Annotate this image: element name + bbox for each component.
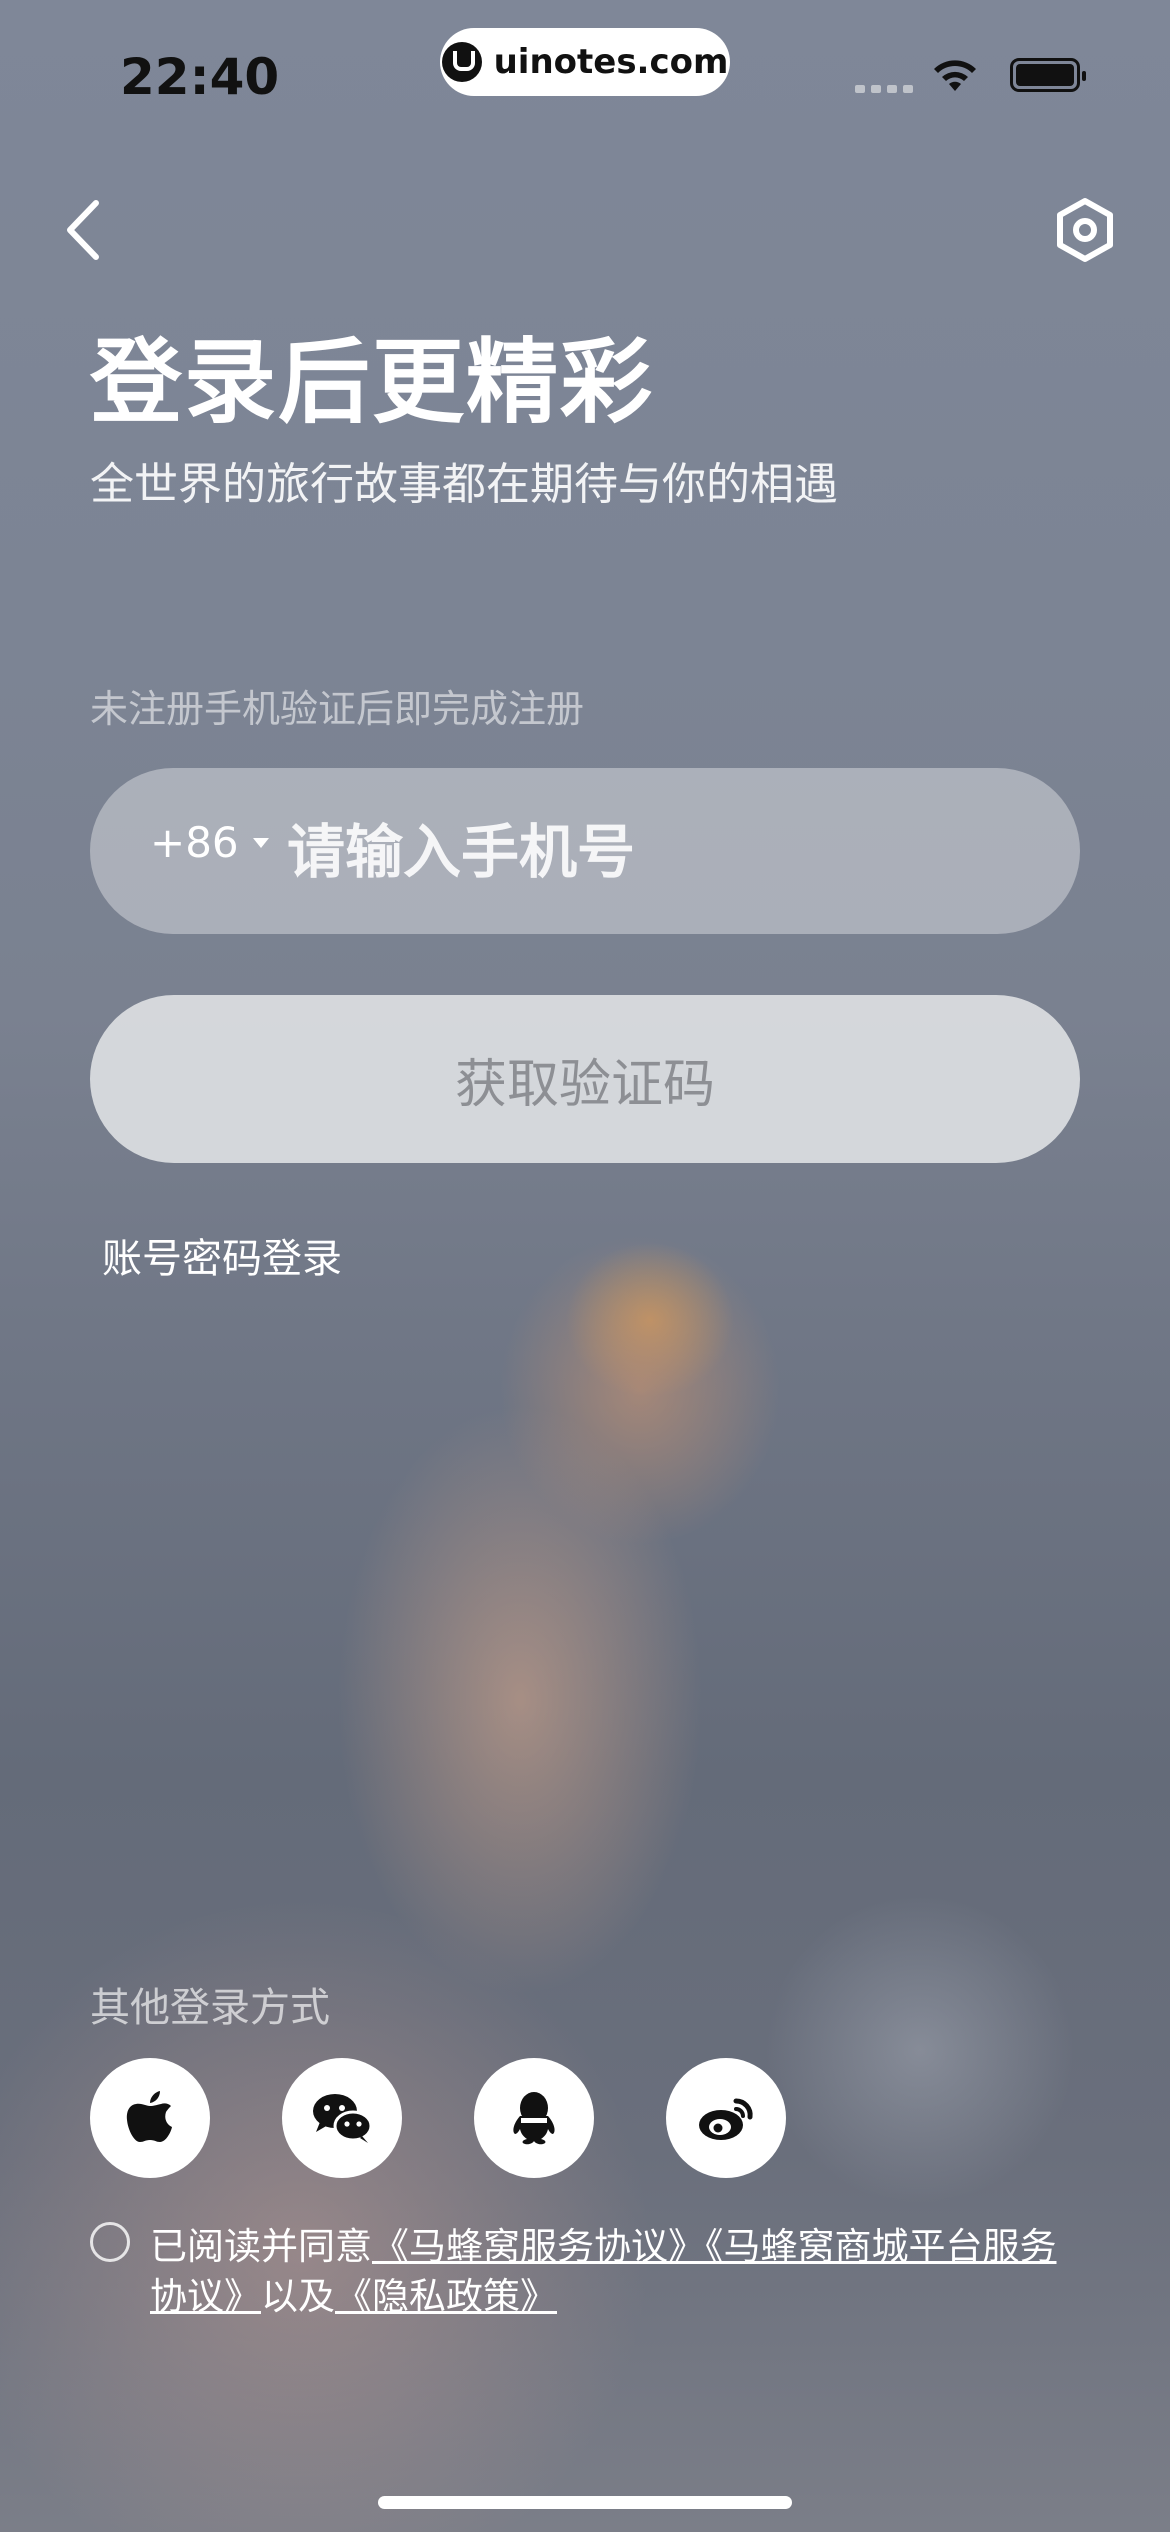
other-login-label: 其他登录方式 [90,1985,330,2031]
phone-input[interactable] [285,768,1049,936]
apple-icon [126,2091,172,2142]
wechat-icon [313,2094,372,2143]
wifi-icon [934,60,976,91]
battery-icon [1010,58,1086,92]
country-code: +86 [150,818,239,867]
settings-button[interactable] [1050,195,1120,265]
page-title: 登录后更精彩 [90,329,655,436]
apple-login-button[interactable] [90,2058,210,2178]
page-subtitle: 全世界的旅行故事都在期待与你的相遇 [90,459,838,510]
url-badge: uinotes.com [440,28,730,96]
country-code-selector[interactable]: +86 [150,818,269,867]
service-agreement-link[interactable]: 《马蜂窝服务协议》 [372,2225,705,2268]
agreement-joiner: 以及 [261,2275,335,2318]
back-button[interactable] [60,195,110,265]
agreement-checkbox[interactable] [90,2222,130,2262]
caret-down-icon [252,837,269,848]
agreement-prefix: 已阅读并同意 [150,2225,372,2268]
register-hint: 未注册手机验证后即完成注册 [90,687,585,731]
cellular-signal-icon [855,85,913,93]
status-bar: 22:40 uinotes.com [0,0,1170,140]
weibo-icon [699,2098,753,2140]
qq-icon [513,2092,555,2145]
wechat-login-button[interactable] [282,2058,402,2178]
get-code-button[interactable]: 获取验证码 [90,995,1080,1163]
url-text: uinotes.com [493,42,729,82]
phone-field: +86 [90,768,1080,936]
agreement: 已阅读并同意《马蜂窝服务协议》《马蜂窝商城平台服务协议》以及《隐私政策》 [90,2222,1090,2322]
settings-icon [1057,198,1113,262]
status-time: 22:40 [120,48,280,106]
weibo-login-button[interactable] [666,2058,786,2178]
qq-login-button[interactable] [474,2058,594,2178]
password-login-link[interactable]: 账号密码登录 [102,1226,342,1284]
uinotes-logo-icon [441,42,482,82]
chevron-left-icon [67,200,99,260]
privacy-policy-link[interactable]: 《隐私政策》 [335,2275,557,2318]
agreement-text: 已阅读并同意《马蜂窝服务协议》《马蜂窝商城平台服务协议》以及《隐私政策》 [150,2222,1090,2322]
home-indicator [378,2496,792,2509]
